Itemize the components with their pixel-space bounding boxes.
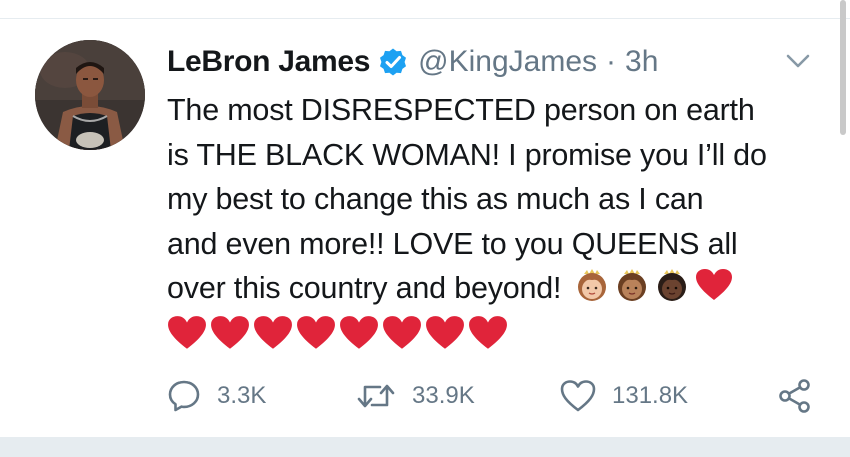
- red-heart-emoji-icon: [211, 315, 249, 349]
- princess-light-skin-emoji-icon: [575, 268, 609, 315]
- share-icon: [779, 379, 810, 413]
- tweet-text-line: my best to change this as much as I can: [167, 182, 704, 216]
- chevron-down-icon[interactable]: [785, 50, 811, 72]
- princess-dark-skin-emoji-icon: [655, 268, 689, 315]
- reply-icon: [168, 380, 200, 412]
- share-button[interactable]: [777, 372, 813, 420]
- heart-emoji-row: [167, 315, 817, 351]
- timestamp[interactable]: 3h: [625, 45, 658, 79]
- tweet-header: LeBron James @KingJames · 3h: [167, 42, 658, 82]
- red-heart-emoji-icon: [168, 315, 206, 349]
- like-count: 131.8K: [612, 382, 689, 409]
- tweet-text-line: is THE BLACK WOMAN! I promise you I’ll d…: [167, 137, 767, 172]
- red-heart-emoji-icon: [254, 315, 292, 349]
- princess-medium-skin-emoji-icon: [615, 268, 649, 315]
- header-separator: ·: [606, 45, 617, 78]
- avatar-photo: [35, 40, 145, 150]
- retweet-count: 33.9K: [412, 382, 475, 409]
- scrollbar[interactable]: [840, 0, 846, 135]
- user-handle[interactable]: @KingJames: [418, 45, 597, 79]
- display-name[interactable]: LeBron James: [167, 45, 370, 79]
- verified-badge-icon: [378, 47, 408, 77]
- tweet-text-line-last: over this country and beyond!: [167, 266, 817, 315]
- red-heart-emoji-icon: [469, 315, 507, 349]
- avatar[interactable]: [35, 40, 145, 150]
- like-button[interactable]: 131.8K: [560, 372, 688, 420]
- red-heart-emoji-icon: [297, 315, 335, 349]
- bottom-divider: [0, 437, 850, 457]
- red-heart-emoji-icon: [340, 315, 378, 349]
- reply-count: 3.3K: [217, 382, 267, 409]
- red-heart-emoji-icon: [383, 315, 421, 349]
- red-heart-emoji-icon: [695, 268, 733, 315]
- tweet-text-line: and even more!! LOVE to you QUEENS all: [167, 226, 738, 261]
- reply-button[interactable]: 3.3K: [167, 372, 266, 420]
- retweet-button[interactable]: 33.9K: [356, 372, 475, 420]
- retweet-icon: [357, 384, 395, 408]
- tweet-text-line: over this country and beyond!: [167, 271, 562, 305]
- tweet-text: The most DISRESPECTED person on earth is…: [167, 88, 817, 351]
- tweet-action-bar: 3.3K 33.9K 131.8K: [167, 372, 827, 420]
- tweet-text-line: The most DISRESPECTED person on earth: [167, 93, 755, 127]
- red-heart-emoji-icon: [426, 315, 464, 349]
- tweet-screen: LeBron James @KingJames · 3h The most DI…: [0, 0, 850, 457]
- top-divider: [0, 0, 850, 19]
- heart-icon: [560, 380, 596, 412]
